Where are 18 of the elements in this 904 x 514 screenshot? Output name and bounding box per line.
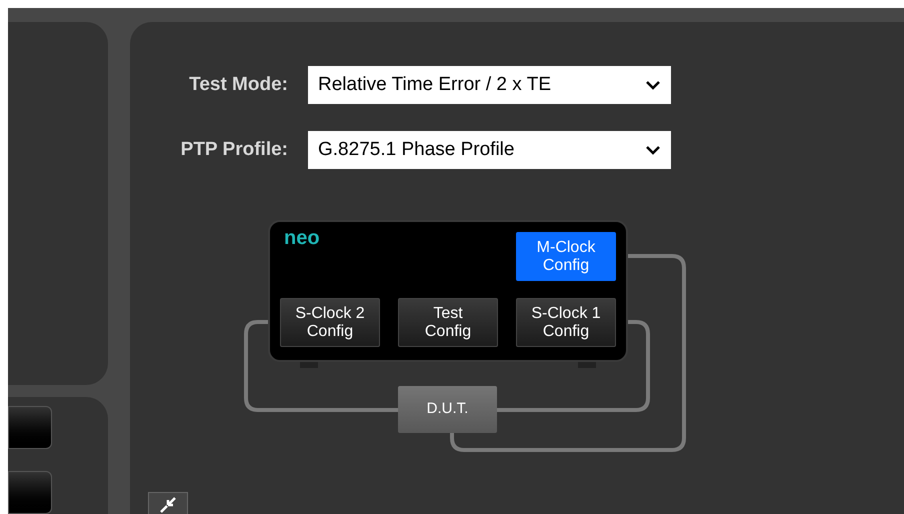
side-button[interactable]	[8, 406, 52, 449]
config-button[interactable]: S-Clock 1 Config	[516, 298, 616, 347]
config-button[interactable]: Test Config	[398, 298, 498, 347]
brand-logo: neo	[284, 228, 320, 248]
dropdown[interactable]: G.8275.1 Phase Profile	[308, 131, 671, 169]
dut-button[interactable]: D.U.T.	[398, 386, 497, 433]
collapse-icon	[160, 497, 176, 513]
collapse-button[interactable]	[148, 492, 188, 514]
chevron-down-icon	[645, 145, 661, 155]
config-button[interactable]: M-Clock Config	[516, 232, 616, 281]
field-label: Test Mode:	[188, 72, 289, 97]
side-button[interactable]	[8, 471, 52, 514]
field-label: PTP Profile:	[180, 138, 289, 162]
dropdown[interactable]: Relative Time Error / 2 x TE	[308, 66, 671, 104]
config-button[interactable]: S-Clock 2 Config	[280, 298, 380, 347]
chevron-down-icon	[645, 80, 661, 90]
device-foot	[300, 362, 318, 368]
device-foot	[578, 362, 596, 368]
